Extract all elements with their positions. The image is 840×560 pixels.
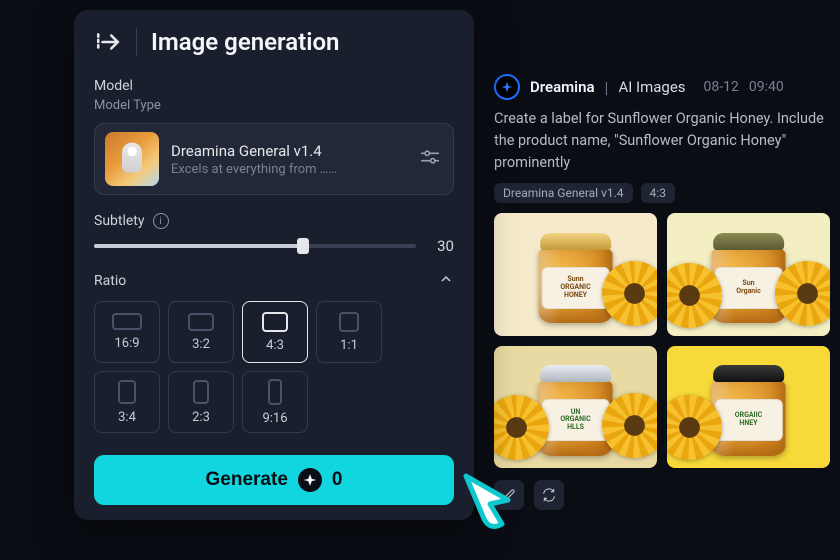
- credit-icon: [298, 468, 322, 492]
- result-date: 08-12: [704, 79, 739, 95]
- result-source: Dreamina: [530, 78, 595, 96]
- ratio-tile-label: 3:4: [118, 410, 136, 425]
- model-name: Dreamina General v1.4: [171, 142, 407, 160]
- ratio-header[interactable]: Ratio: [94, 271, 454, 291]
- ratio-shape-icon: [118, 380, 136, 404]
- result-image-4[interactable]: ORGAIICHNEY: [667, 346, 830, 468]
- result-time: 09:40: [749, 79, 784, 95]
- expand-right-icon[interactable]: [94, 28, 122, 56]
- model-description: Excels at everything from ……: [171, 162, 407, 177]
- ratio-tile-label: 2:3: [192, 410, 210, 425]
- ratio-tile-label: 9:16: [262, 411, 287, 426]
- ratio-shape-icon: [268, 379, 282, 405]
- result-image-1[interactable]: SunnORGANICHONEY: [494, 213, 657, 335]
- result-prompt: Create a label for Sunflower Organic Hon…: [494, 108, 830, 173]
- subtlety-row: Subtlety i: [94, 213, 454, 229]
- ratio-tile-9-16[interactable]: 9:16: [242, 371, 308, 433]
- ratio-label: Ratio: [94, 273, 126, 289]
- ratio-shape-icon: [339, 312, 359, 332]
- subtlety-value: 30: [430, 237, 454, 255]
- ratio-tile-4-3[interactable]: 4:3: [242, 301, 308, 363]
- ratio-tile-3-4[interactable]: 3:4: [94, 371, 160, 433]
- result-actions: [494, 480, 830, 510]
- slider-track[interactable]: [94, 244, 416, 248]
- ratio-tile-2-3[interactable]: 2:3: [168, 371, 234, 433]
- chip-ratio: 4:3: [641, 183, 675, 203]
- model-section-label: Model: [94, 78, 454, 94]
- chip-model: Dreamina General v1.4: [494, 183, 633, 203]
- result-image-2[interactable]: SunOrganic: [667, 213, 830, 335]
- ratio-tile-3-2[interactable]: 3:2: [168, 301, 234, 363]
- panel-title: Image generation: [151, 28, 339, 56]
- header-divider: [136, 28, 137, 56]
- regenerate-button[interactable]: [534, 480, 564, 510]
- panel-header: Image generation: [94, 28, 454, 56]
- result-chips: Dreamina General v1.4 4:3: [494, 183, 830, 203]
- result-header: Dreamina | AI Images 08-12 09:40: [494, 74, 830, 100]
- generate-cost: 0: [332, 469, 343, 491]
- pipe-separator: |: [605, 78, 609, 97]
- slider-fill: [94, 244, 303, 248]
- ratio-shape-icon: [193, 380, 209, 404]
- subtlety-label: Subtlety: [94, 213, 145, 229]
- info-icon[interactable]: i: [153, 213, 169, 229]
- generation-result: Dreamina | AI Images 08-12 09:40 Create …: [494, 74, 830, 510]
- model-text: Dreamina General v1.4 Excels at everythi…: [171, 142, 407, 177]
- ratio-tile-label: 3:2: [192, 337, 210, 352]
- cursor-pointer-icon: [458, 470, 522, 538]
- dreamina-logo-icon: [494, 74, 520, 100]
- model-thumbnail: [105, 132, 159, 186]
- chevron-up-icon[interactable]: [438, 271, 454, 291]
- image-generation-panel: Image generation Model Model Type Dreami…: [74, 10, 474, 520]
- subtlety-slider[interactable]: 30: [94, 237, 454, 255]
- model-type-label: Model Type: [94, 98, 454, 113]
- ratio-shape-icon: [262, 312, 288, 332]
- result-kind: AI Images: [618, 78, 685, 96]
- ratio-shape-icon: [188, 313, 214, 331]
- ratio-tile-label: 4:3: [266, 338, 284, 353]
- slider-handle[interactable]: [297, 238, 309, 254]
- generate-button[interactable]: Generate 0: [94, 455, 454, 505]
- ratio-tile-16-9[interactable]: 16:9: [94, 301, 160, 363]
- ratio-tile-label: 16:9: [114, 336, 139, 351]
- model-selector[interactable]: Dreamina General v1.4 Excels at everythi…: [94, 123, 454, 195]
- ratio-tile-label: 1:1: [340, 338, 358, 353]
- result-image-grid: SunnORGANICHONEYSunOrganicUNORGANICHLLSO…: [494, 213, 830, 468]
- sliders-icon[interactable]: [419, 146, 443, 172]
- ratio-tile-1-1[interactable]: 1:1: [316, 301, 382, 363]
- generate-label: Generate: [206, 469, 288, 491]
- ratio-grid: 16:9 3:2 4:3 1:1 3:4 2:3 9:16: [94, 301, 454, 433]
- ratio-shape-icon: [112, 313, 142, 330]
- result-image-3[interactable]: UNORGANICHLLS: [494, 346, 657, 468]
